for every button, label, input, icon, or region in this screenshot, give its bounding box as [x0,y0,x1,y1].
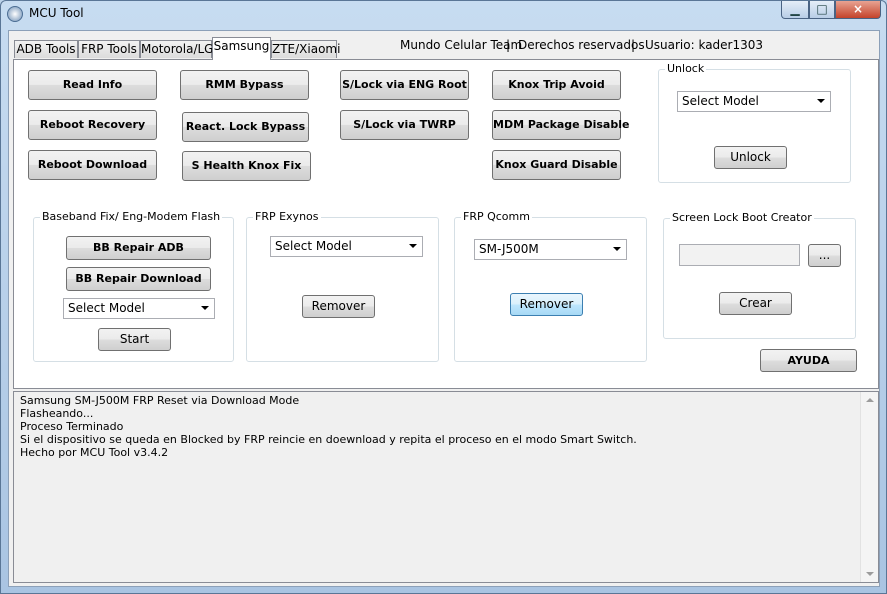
chevron-down-icon [817,99,825,103]
tab-adb-tools[interactable]: ADB Tools [14,40,78,58]
frp-qcomm-group: FRP Qcomm SM-J500M Remover [454,210,647,362]
chevron-down-icon [409,244,417,248]
scroll-down-arrow-icon[interactable] [866,572,874,576]
close-button[interactable]: × [835,1,881,19]
log-scrollbar[interactable] [860,392,878,582]
knox-guard-disable-button[interactable]: Knox Guard Disable [492,150,621,180]
crear-button[interactable]: Crear [719,292,792,315]
unlock-group: Unlock Select Model Unlock [658,62,851,183]
app-icon [7,6,23,22]
rmm-bypass-button[interactable]: RMM Bypass [180,70,309,100]
slock-eng-root-button[interactable]: S/Lock via ENG Root [340,70,469,100]
reboot-download-button[interactable]: Reboot Download [28,150,157,180]
window-title: MCU Tool [29,6,84,20]
start-button[interactable]: Start [98,328,171,351]
team-label: Mundo Celular Team [400,38,523,52]
baseband-group-label: Baseband Fix/ Eng-Modem Flash [40,210,223,223]
log-lines: Samsung SM-J500M FRP Reset via Download … [20,394,637,459]
bb-repair-adb-button[interactable]: BB Repair ADB [66,236,211,260]
unlock-button[interactable]: Unlock [714,146,787,169]
frp-qcomm-model-select[interactable]: SM-J500M [474,239,627,260]
rights-label: Derechos reservados [518,38,645,52]
samsung-tab-panel: Read Info Reboot Recovery Reboot Downloa… [13,59,879,389]
screen-lock-group: Screen Lock Boot Creator ... Crear [663,211,856,339]
read-info-button[interactable]: Read Info [28,70,157,100]
title-bar[interactable]: MCU Tool ▁ □ × [1,1,886,27]
log-line: Samsung SM-J500M FRP Reset via Download … [20,394,300,407]
header-separator: | [631,38,636,52]
bb-repair-download-button[interactable]: BB Repair Download [66,267,211,291]
baseband-model-value: Select Model [68,301,145,315]
chevron-down-icon [201,306,209,310]
log-line: Proceso Terminado [20,420,124,433]
header-separator: | [506,38,511,52]
tab-zte-xiaomi[interactable]: ZTE/Xiaomi [271,40,340,58]
slock-twrp-button[interactable]: S/Lock via TWRP [340,110,469,140]
knox-trip-avoid-button[interactable]: Knox Trip Avoid [492,70,621,100]
client-area: ADB Tools FRP Tools Motorola/LG Samsung … [8,30,880,587]
tab-samsung[interactable]: Samsung [212,37,271,60]
browse-button[interactable]: ... [808,244,841,267]
screen-lock-path-field[interactable] [679,244,800,266]
screen-lock-label: Screen Lock Boot Creator [670,211,814,224]
frp-qcomm-label: FRP Qcomm [461,210,532,223]
log-line: Si el dispositivo se queda en Blocked by… [20,433,637,446]
baseband-model-select[interactable]: Select Model [63,298,215,319]
react-lock-bypass-button[interactable]: React. Lock Bypass [182,112,309,142]
unlock-model-value: Select Model [682,94,759,108]
log-output[interactable]: Samsung SM-J500M FRP Reset via Download … [13,391,879,583]
frp-qcomm-remover-button[interactable]: Remover [510,293,583,316]
frp-exynos-model-value: Select Model [275,239,352,253]
log-line: Hecho por MCU Tool v3.4.2 [20,446,169,459]
scroll-up-arrow-icon[interactable] [866,398,874,402]
unlock-group-label: Unlock [665,62,707,75]
reboot-recovery-button[interactable]: Reboot Recovery [28,110,157,140]
maximize-button[interactable]: □ [809,1,835,19]
log-line: Flasheando... [20,407,94,420]
minimize-button[interactable]: ▁ [781,1,809,19]
unlock-model-select[interactable]: Select Model [677,91,831,112]
ayuda-button[interactable]: AYUDA [760,349,857,372]
baseband-group: Baseband Fix/ Eng-Modem Flash BB Repair … [33,210,234,362]
frp-exynos-label: FRP Exynos [253,210,321,223]
frp-exynos-group: FRP Exynos Select Model Remover [246,210,439,362]
frp-exynos-remover-button[interactable]: Remover [302,295,375,318]
tab-frp-tools[interactable]: FRP Tools [78,40,140,58]
mdm-package-disable-button[interactable]: MDM Package Disable [492,110,629,140]
tab-motorola-lg[interactable]: Motorola/LG [140,40,213,58]
chevron-down-icon [613,247,621,251]
s-health-knox-fix-button[interactable]: S Health Knox Fix [182,151,311,181]
main-window: MCU Tool ▁ □ × ADB Tools FRP Tools Motor… [0,0,887,594]
frp-qcomm-model-value: SM-J500M [479,242,539,256]
frp-exynos-model-select[interactable]: Select Model [270,236,423,257]
user-label: Usuario: kader1303 [645,38,764,52]
